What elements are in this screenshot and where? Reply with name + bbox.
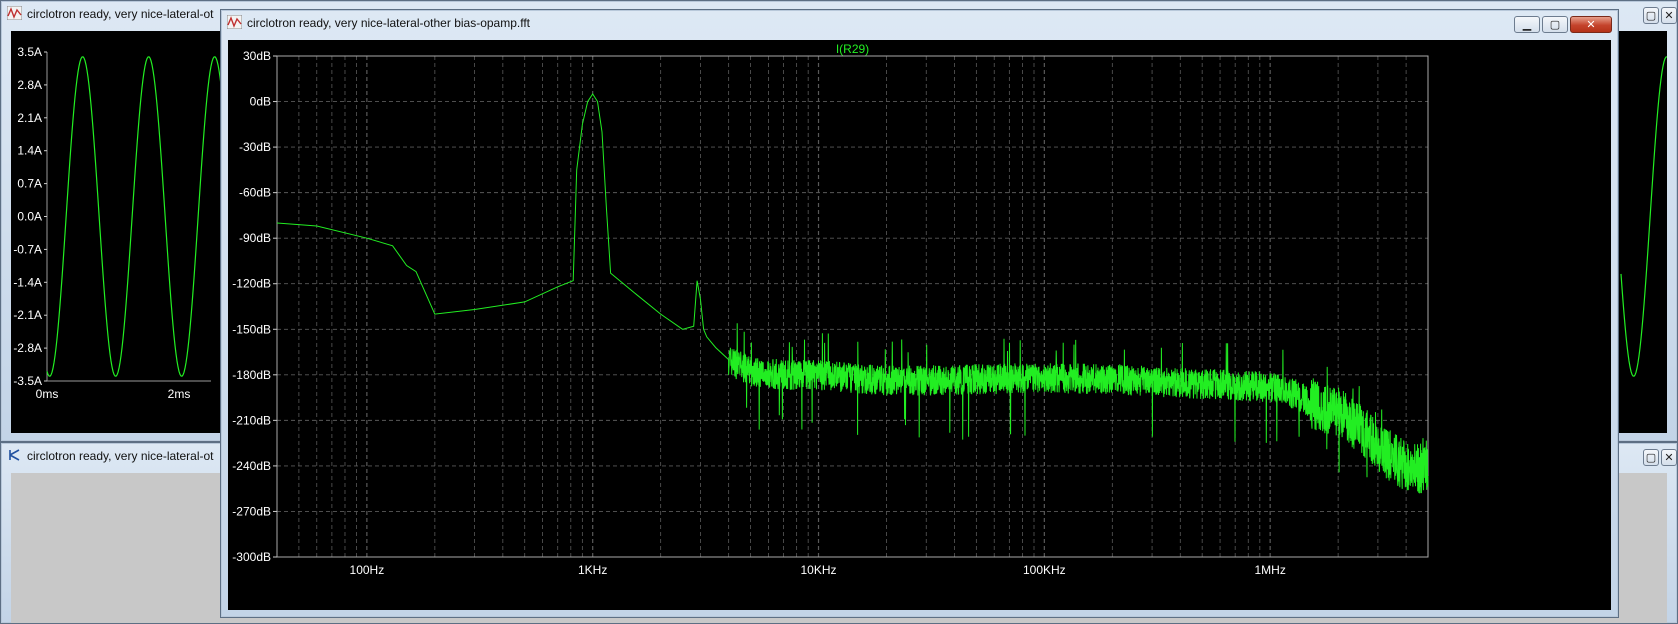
time-y-tick-label: 3.5A (17, 45, 42, 59)
fft-x-tick-label: 10KHz (800, 563, 836, 577)
fft-plot-frame (276, 55, 1429, 558)
fft-y-tick-label: -180dB (232, 368, 271, 382)
fft-y-tick-label: -120dB (232, 277, 271, 291)
fft-y-tick-label: -300dB (232, 550, 271, 564)
back-window-top-controls: ▢ ✕ (1643, 7, 1677, 25)
time-x-tick-label: 0ms (36, 387, 59, 401)
time-y-tick-label: 2.8A (17, 78, 42, 92)
fft-y-tick-label: -270dB (232, 504, 271, 518)
fft-plot-area[interactable]: 30dB 0dB -30dB -60dB -90dB -120dB -150dB -180dB… (228, 40, 1611, 610)
fft-window-title: circlotron ready, very nice-lateral-othe… (247, 16, 531, 30)
waveform-app-icon (227, 15, 242, 29)
fft-y-tick-label: -30dB (239, 140, 271, 154)
fft-window[interactable]: circlotron ready, very nice-lateral-othe… (220, 9, 1619, 618)
time-y-tick-label: 0.7A (17, 177, 42, 191)
close-button[interactable]: ✕ (1570, 16, 1612, 33)
minimize-button[interactable]: ▁ (1514, 16, 1540, 33)
fft-x-tick-label: 1KHz (578, 563, 607, 577)
fft-y-tick-label: -210dB (232, 413, 271, 427)
fft-y-tick-label: -60dB (239, 186, 271, 200)
back-top-maximize-button[interactable]: ▢ (1643, 7, 1659, 24)
back-window-bottom-title: circlotron ready, very nice-lateral-ot (27, 449, 214, 463)
waveform-app-icon (7, 6, 22, 20)
fft-y-tick-label: 0dB (250, 95, 271, 109)
time-x-tick-label: 2ms (168, 387, 191, 401)
fft-trace-title[interactable]: I(R29) (836, 42, 869, 56)
fft-y-tick-label: -150dB (232, 322, 271, 336)
back-top-close-button[interactable]: ✕ (1661, 7, 1677, 24)
back-bottom-close-button[interactable]: ✕ (1661, 449, 1677, 466)
time-y-tick-label: -1.4A (13, 275, 42, 289)
fft-trace-line (276, 93, 1429, 494)
time-y-tick-label: 1.4A (17, 144, 42, 158)
time-y-tick-label: 0.0A (17, 210, 42, 224)
time-y-tick-label: -2.1A (13, 308, 42, 322)
back-window-bottom-controls: ▢ ✕ (1643, 449, 1677, 467)
time-y-tick-label: -2.8A (13, 341, 42, 355)
fft-x-tick-label: 1MHz (1254, 563, 1285, 577)
time-y-tick-label: -3.5A (13, 374, 42, 388)
time-trace-line (46, 56, 222, 377)
back-window-top-title: circlotron ready, very nice-lateral-ot (27, 7, 214, 21)
time-y-tick-label: -0.7A (13, 242, 42, 256)
fft-grid (276, 55, 1429, 558)
fft-x-tick-label: 100Hz (350, 563, 385, 577)
fft-window-controls: ▁ ▢ ✕ (1514, 16, 1612, 34)
back-bottom-maximize-button[interactable]: ▢ (1643, 449, 1659, 466)
fft-plot-svg: 30dB 0dB -30dB -60dB -90dB -120dB -150dB -180dB… (232, 42, 1429, 577)
fft-y-tick-label: 30dB (243, 49, 271, 63)
fft-x-tick-label: 100KHz (1023, 563, 1066, 577)
fft-window-titlebar[interactable]: circlotron ready, very nice-lateral-othe… (221, 10, 1618, 36)
time-y-tick-label: 2.1A (17, 111, 42, 125)
maximize-button[interactable]: ▢ (1542, 16, 1568, 33)
time-trace-line-right (1620, 56, 1667, 377)
schematic-app-icon (9, 449, 20, 461)
fft-y-tick-label: -90dB (239, 231, 271, 245)
fft-y-tick-label: -240dB (232, 459, 271, 473)
